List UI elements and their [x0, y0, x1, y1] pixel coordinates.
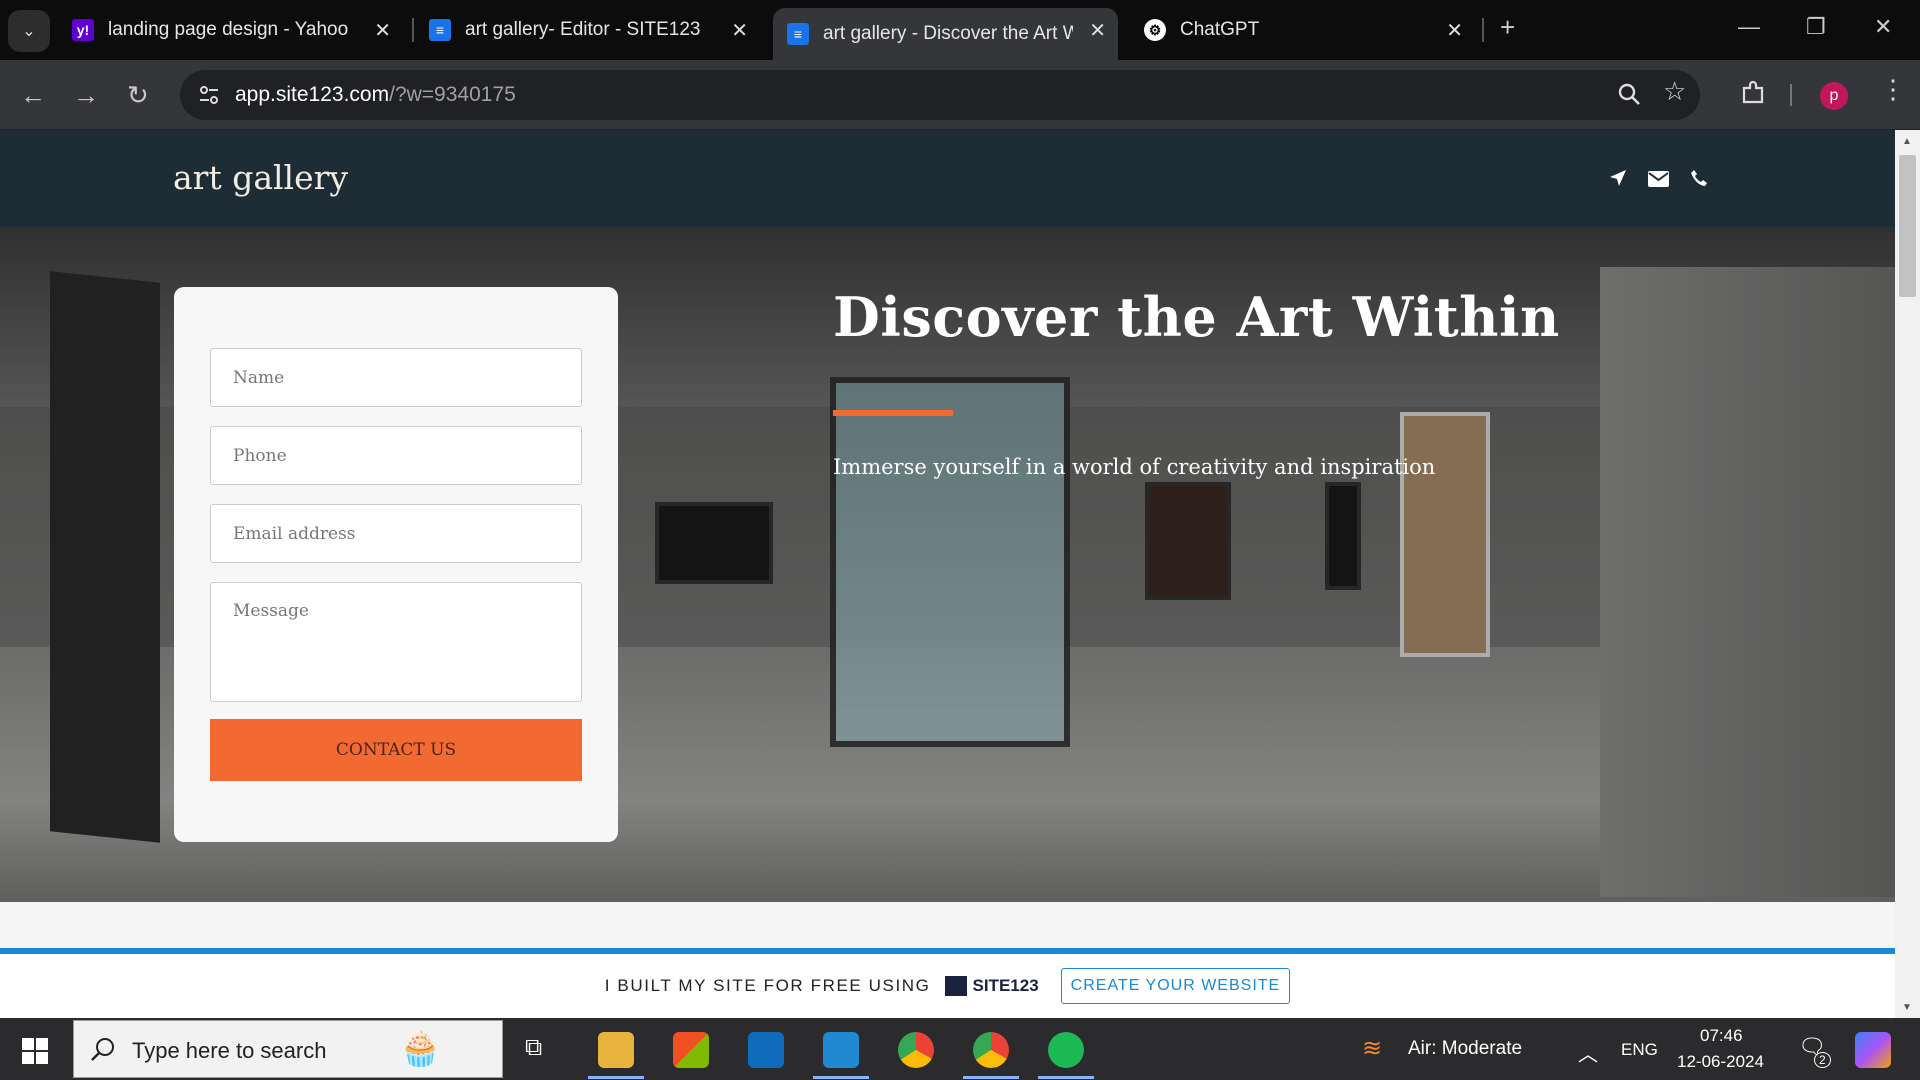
name-field[interactable] [210, 348, 582, 407]
windows-taskbar: Type here to search 🧁 ⧉ ≋ Air: Moderate … [0, 1018, 1920, 1080]
clock-date[interactable]: 12-06-2024 [1677, 1052, 1764, 1072]
weather-icon[interactable]: ≋ [1362, 1034, 1382, 1063]
taskbar-search-box[interactable]: Type here to search 🧁 [73, 1020, 503, 1078]
menu-kebab-icon[interactable]: ⋮ [1880, 74, 1906, 105]
page-scrollbar[interactable]: ▲ ▼ [1895, 130, 1920, 1018]
profile-avatar[interactable]: p [1820, 82, 1848, 110]
restore-icon[interactable]: ❐ [1806, 14, 1826, 40]
site123-doc-icon: ≡ [429, 19, 451, 41]
promo-text: I BUILT MY SITE FOR FREE USING [604, 976, 931, 995]
toolbar-divider [1790, 84, 1792, 106]
task-view-icon[interactable]: ⧉ [525, 1034, 542, 1062]
close-tab-icon[interactable]: ✕ [374, 18, 391, 43]
weather-text[interactable]: Air: Moderate [1408, 1038, 1522, 1060]
tab-title: ChatGPT [1180, 19, 1260, 40]
contact-us-button[interactable]: CONTACT US [210, 719, 582, 781]
tab-title: landing page design - Yahoo In [108, 19, 353, 40]
copilot-icon[interactable] [1855, 1032, 1891, 1068]
close-tab-icon[interactable]: ✕ [731, 18, 748, 43]
minimize-icon[interactable]: — [1738, 14, 1760, 40]
hero-section: CONTACT US Discover the Art Within Immer… [0, 227, 1895, 902]
phone-field[interactable] [210, 426, 582, 485]
mail-icon[interactable] [748, 1032, 784, 1068]
forward-arrow-icon[interactable]: → [73, 80, 99, 111]
chatgpt-icon: ⚙ [1144, 19, 1166, 41]
scrollbar-thumb[interactable] [1899, 155, 1916, 297]
site123-brand-text: SITE123 [972, 976, 1039, 995]
running-indicator [1038, 1076, 1094, 1079]
microsoft-store-icon[interactable] [673, 1032, 709, 1068]
tab-search-button[interactable]: ⌄ [8, 10, 50, 52]
site-logo[interactable]: art gallery [173, 158, 348, 197]
browser-tab-strip: ⌄ y! landing page design - Yahoo In ✕ ≡ … [0, 0, 1920, 60]
running-indicator [588, 1076, 644, 1079]
scroll-up-icon[interactable]: ▲ [1902, 136, 1912, 147]
scroll-down-icon[interactable]: ▼ [1902, 1002, 1912, 1013]
bookmark-star-icon[interactable]: ☆ [1663, 76, 1686, 107]
address-bar[interactable]: app.site123.com/?w=9340175 [180, 70, 1700, 120]
tab-chatgpt[interactable]: ⚙ ChatGPT ✕ [1130, 8, 1475, 52]
language-indicator[interactable]: ENG [1621, 1040, 1658, 1060]
location-arrow-icon[interactable] [1609, 169, 1627, 187]
url-text: app.site123.com/?w=9340175 [235, 83, 516, 106]
close-tab-icon[interactable]: ✕ [1446, 18, 1463, 43]
search-highlight-icon: 🧁 [399, 1030, 442, 1068]
email-field[interactable] [210, 504, 582, 563]
contact-form-card: CONTACT US [174, 287, 618, 842]
notification-count: 2 [1814, 1052, 1831, 1068]
chevron-up-icon[interactable]: ︿ [1578, 1038, 1598, 1067]
next-section-strip [0, 902, 1895, 948]
reload-icon[interactable]: ↻ [127, 80, 149, 111]
running-indicator [963, 1076, 1019, 1079]
site-header: art gallery [0, 130, 1895, 227]
tab-divider [412, 18, 414, 42]
browser-toolbar: ← → ↻ app.site123.com/?w=9340175 ☆ p ⋮ [0, 60, 1920, 130]
search-placeholder: Type here to search [132, 1038, 327, 1063]
chrome-icon[interactable] [898, 1032, 934, 1068]
windows-start-icon[interactable] [22, 1038, 48, 1064]
create-website-button[interactable]: CREATE YOUR WEBSITE [1060, 968, 1291, 1004]
new-tab-icon[interactable]: + [1500, 12, 1515, 43]
page-viewport: art gallery CONTACT US Discover the [0, 130, 1920, 1018]
site123-promo-banner: I BUILT MY SITE FOR FREE USING SITE123 C… [0, 954, 1895, 1018]
site123-logo-icon [944, 976, 967, 996]
message-field[interactable] [210, 582, 582, 702]
site123-logo[interactable]: SITE123 [944, 976, 1039, 996]
hero-title: Discover the Art Within [833, 285, 1560, 349]
hero-accent-bar [833, 410, 953, 416]
vscode-icon[interactable] [823, 1032, 859, 1068]
spotify-icon[interactable] [1048, 1032, 1084, 1068]
site-settings-icon[interactable] [196, 82, 222, 108]
close-window-icon[interactable]: ✕ [1874, 14, 1892, 40]
zoom-icon[interactable] [1617, 82, 1641, 106]
phone-icon[interactable] [1690, 169, 1708, 187]
chrome-profile-icon[interactable] [973, 1032, 1009, 1068]
tab-title: art gallery- Editor - SITE123 [465, 19, 701, 40]
clock-time[interactable]: 07:46 [1700, 1026, 1743, 1046]
tab-yahoo[interactable]: y! landing page design - Yahoo In ✕ [58, 8, 403, 52]
close-tab-icon[interactable]: ✕ [1089, 18, 1106, 43]
tab-site123-editor[interactable]: ≡ art gallery- Editor - SITE123 ✕ [415, 8, 760, 52]
tab-title: art gallery - Discover the Art Wi [823, 23, 1073, 44]
running-indicator [813, 1076, 869, 1079]
tab-art-gallery[interactable]: ≡ art gallery - Discover the Art Wi ✕ [773, 8, 1118, 60]
file-explorer-icon[interactable] [598, 1032, 634, 1068]
extensions-icon[interactable] [1740, 80, 1766, 106]
yahoo-icon: y! [72, 19, 94, 41]
chevron-down-icon: ⌄ [22, 23, 36, 40]
envelope-icon[interactable] [1648, 171, 1669, 187]
hero-subtitle: Immerse yourself in a world of creativit… [833, 455, 1436, 479]
search-icon [91, 1038, 114, 1061]
site123-doc-icon: ≡ [787, 23, 809, 45]
back-arrow-icon[interactable]: ← [20, 80, 46, 111]
tab-divider [1482, 18, 1484, 42]
